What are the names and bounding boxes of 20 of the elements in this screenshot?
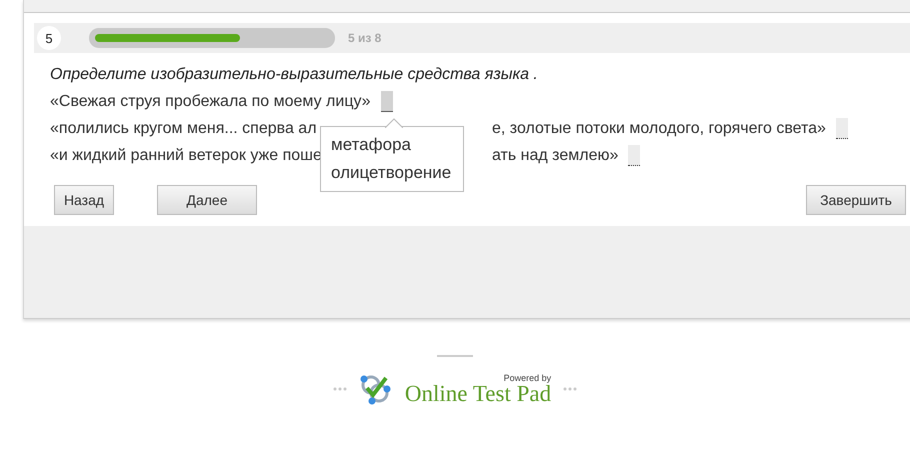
back-button[interactable]: Назад (54, 185, 114, 215)
sentence-text: е, золотые потоки молодого, горячего света» (492, 120, 826, 138)
answer-blank[interactable] (836, 118, 848, 139)
progress-label: 5 из 8 (348, 31, 382, 45)
sentence-text: «и жидкий ранний ветерок уже поше (50, 146, 323, 164)
dropdown-option[interactable]: метафора (321, 131, 463, 159)
dots-icon (332, 387, 347, 391)
finish-button[interactable]: Завершить (806, 185, 906, 215)
powered-by-text: Powered by (504, 373, 552, 383)
next-button[interactable]: Далее (157, 185, 257, 215)
answer-blank[interactable] (628, 145, 640, 166)
question-title: Определите изобразительно-выразительные средства языка . (50, 65, 539, 85)
sentence-text: «полились кругом меня... сперва ал (50, 120, 318, 138)
checkmark-logo-icon (358, 373, 393, 405)
answer-blank[interactable] (380, 91, 393, 112)
dropdown-option[interactable]: олицетворение (321, 159, 463, 187)
sentence-text: «Свежая струя пробежала по моему лицу» (50, 92, 371, 110)
dots-icon (563, 387, 578, 391)
sentence-text: ать над землею» (492, 146, 618, 164)
question-number: 5 (37, 26, 61, 50)
